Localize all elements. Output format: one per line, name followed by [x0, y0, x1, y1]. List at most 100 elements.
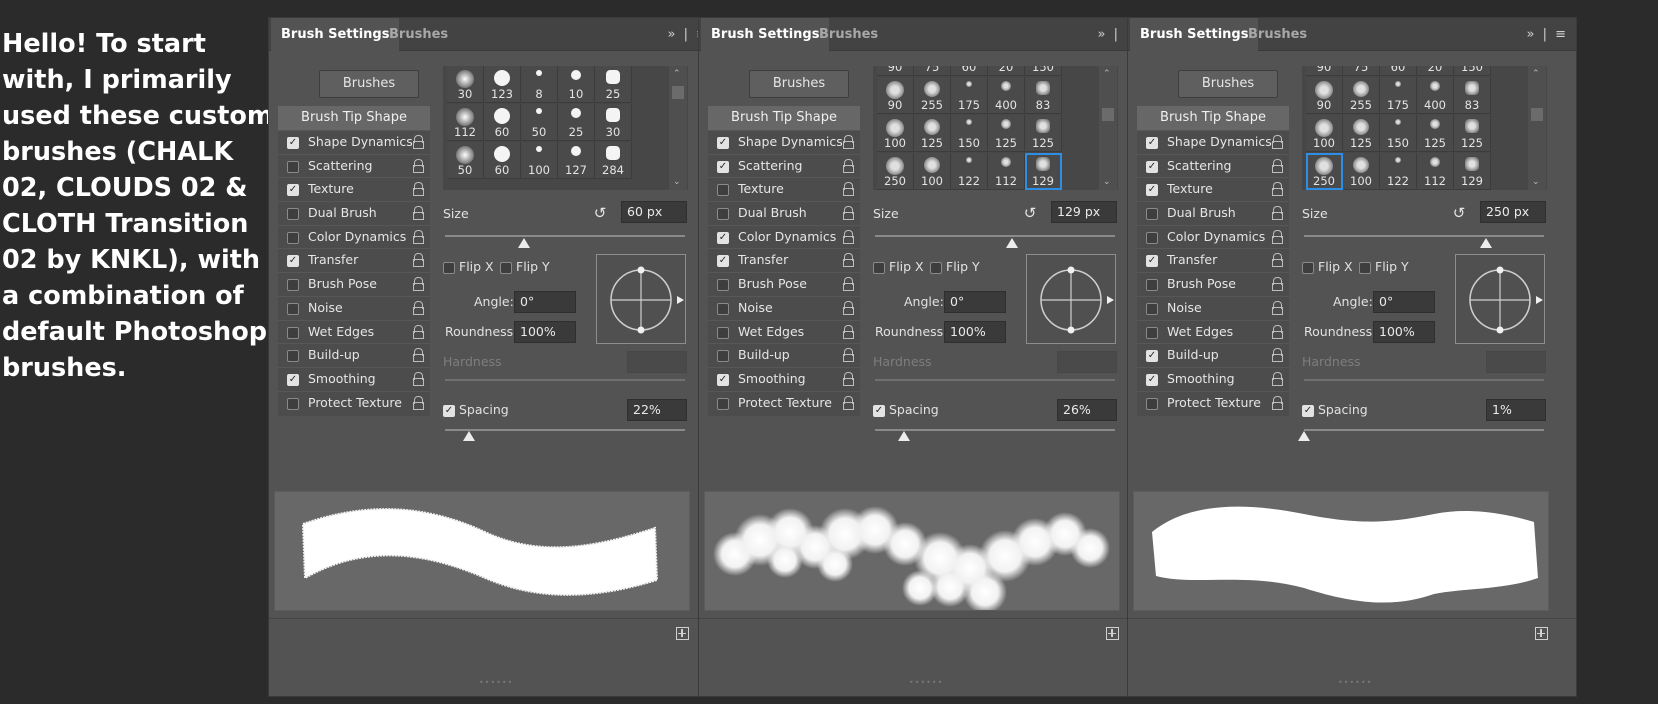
- size-field[interactable]: 250 px: [1480, 201, 1546, 223]
- flip-x-checkbox[interactable]: [1302, 262, 1314, 274]
- spacing-field[interactable]: 1%: [1486, 399, 1546, 421]
- resize-grip[interactable]: ••••••: [479, 678, 513, 687]
- roundness-field[interactable]: 100%: [1373, 321, 1435, 343]
- option-checkbox[interactable]: ✓: [1146, 184, 1158, 197]
- lock-icon[interactable]: [1272, 206, 1283, 221]
- brushes-button[interactable]: Brushes: [749, 70, 849, 98]
- option-build-up[interactable]: ✓ Build-up: [1137, 343, 1289, 367]
- angle-field[interactable]: 0°: [514, 291, 576, 313]
- option-smoothing[interactable]: ✓ Smoothing: [278, 366, 430, 391]
- size-slider-thumb[interactable]: [518, 238, 531, 248]
- brush-tip-shape-item[interactable]: Brush Tip Shape: [1137, 106, 1289, 130]
- brush-preset[interactable]: 30: [447, 66, 484, 103]
- option-checkbox[interactable]: ✓: [717, 373, 729, 386]
- spacing-checkbox[interactable]: ✓: [443, 405, 455, 417]
- brush-preset[interactable]: 150: [1454, 66, 1491, 76]
- option-checkbox[interactable]: ✓: [1146, 255, 1158, 268]
- option-shape-dynamics[interactable]: ✓ Shape Dynamics: [708, 130, 860, 154]
- option-build-up[interactable]: Build-up: [708, 343, 860, 367]
- brush-preset[interactable]: 75: [914, 66, 951, 76]
- scroll-thumb[interactable]: [1531, 108, 1543, 121]
- brush-preset[interactable]: 60: [484, 104, 521, 141]
- brush-preset[interactable]: 150: [1025, 66, 1062, 76]
- size-slider-thumb[interactable]: [1480, 238, 1493, 248]
- option-dual-brush[interactable]: Dual Brush: [1137, 201, 1289, 225]
- scroll-up-icon[interactable]: ⌃: [673, 69, 681, 79]
- brush-preset[interactable]: 400: [1417, 77, 1454, 114]
- brush-preset[interactable]: 60: [1380, 66, 1417, 76]
- hamburger-menu-icon[interactable]: ≡: [1555, 27, 1568, 42]
- option-texture[interactable]: ✓ Texture: [1137, 177, 1289, 201]
- option-checkbox[interactable]: ✓: [717, 137, 729, 149]
- lock-icon[interactable]: [843, 182, 854, 197]
- new-brush-icon[interactable]: [676, 627, 689, 640]
- lock-icon[interactable]: [843, 371, 854, 386]
- grid-scrollbar[interactable]: ⌃ ⌄: [1528, 66, 1546, 190]
- option-checkbox[interactable]: [287, 397, 299, 410]
- brush-preset[interactable]: 112: [988, 153, 1025, 190]
- option-checkbox[interactable]: [1146, 208, 1158, 221]
- lock-icon[interactable]: [1272, 277, 1283, 292]
- option-checkbox[interactable]: [717, 184, 729, 197]
- option-checkbox[interactable]: ✓: [287, 137, 299, 149]
- lock-icon[interactable]: [843, 229, 854, 244]
- scroll-thumb[interactable]: [1102, 108, 1114, 121]
- lock-icon[interactable]: [1272, 135, 1283, 149]
- option-checkbox[interactable]: [717, 302, 729, 315]
- option-checkbox[interactable]: ✓: [717, 255, 729, 268]
- option-checkbox[interactable]: ✓: [717, 160, 729, 173]
- tab-brushes[interactable]: Brushes: [1238, 18, 1317, 52]
- option-protect-texture[interactable]: Protect Texture: [278, 390, 430, 415]
- double-chevron-icon[interactable]: »: [667, 27, 677, 42]
- brush-preset[interactable]: 125: [988, 115, 1025, 152]
- brush-tip-shape-item[interactable]: Brush Tip Shape: [708, 106, 860, 130]
- option-shape-dynamics[interactable]: ✓ Shape Dynamics: [278, 130, 430, 154]
- brush-preset[interactable]: 250: [877, 153, 914, 190]
- resize-grip[interactable]: ••••••: [909, 678, 943, 687]
- lock-icon[interactable]: [1272, 182, 1283, 197]
- option-checkbox[interactable]: [287, 302, 299, 315]
- option-wet-edges[interactable]: Wet Edges: [1137, 319, 1289, 344]
- option-checkbox[interactable]: [287, 231, 299, 244]
- option-checkbox[interactable]: [717, 397, 729, 410]
- option-checkbox[interactable]: [1146, 397, 1158, 410]
- option-transfer[interactable]: ✓ Transfer: [278, 248, 430, 272]
- option-brush-pose[interactable]: Brush Pose: [708, 272, 860, 296]
- brush-preset[interactable]: 8: [521, 66, 558, 103]
- grid-scrollbar[interactable]: ⌃ ⌄: [1099, 66, 1117, 190]
- option-checkbox[interactable]: ✓: [1146, 160, 1158, 173]
- lock-icon[interactable]: [413, 395, 424, 410]
- option-checkbox[interactable]: [717, 350, 729, 363]
- lock-icon[interactable]: [413, 158, 424, 173]
- option-smoothing[interactable]: ✓ Smoothing: [708, 366, 860, 391]
- reset-icon[interactable]: ↺: [591, 204, 609, 222]
- scroll-up-icon[interactable]: ⌃: [1103, 69, 1111, 79]
- flip-y-checkbox[interactable]: [930, 262, 942, 274]
- spacing-checkbox[interactable]: ✓: [873, 405, 885, 417]
- option-noise[interactable]: Noise: [1137, 295, 1289, 320]
- brush-preset[interactable]: 125: [1025, 115, 1062, 152]
- brushes-button[interactable]: Brushes: [1178, 70, 1278, 98]
- brush-preset[interactable]: 150: [1380, 115, 1417, 152]
- brush-preset[interactable]: 122: [1380, 153, 1417, 190]
- option-checkbox[interactable]: ✓: [1146, 350, 1158, 363]
- brush-preset[interactable]: 10: [558, 66, 595, 103]
- tab-brushes[interactable]: Brushes: [379, 18, 458, 52]
- angle-roundness-dial[interactable]: [1455, 254, 1545, 344]
- option-checkbox[interactable]: [1146, 231, 1158, 244]
- brush-preset[interactable]: 122: [951, 153, 988, 190]
- lock-icon[interactable]: [1272, 253, 1283, 268]
- lock-icon[interactable]: [413, 324, 424, 339]
- option-dual-brush[interactable]: Dual Brush: [278, 201, 430, 225]
- spacing-field[interactable]: 26%: [1057, 399, 1117, 421]
- option-checkbox[interactable]: ✓: [717, 231, 729, 244]
- brush-preset[interactable]: 90: [877, 77, 914, 114]
- option-checkbox[interactable]: [717, 279, 729, 292]
- spacing-slider-thumb[interactable]: [1298, 431, 1310, 441]
- lock-icon[interactable]: [413, 206, 424, 221]
- lock-icon[interactable]: [1272, 158, 1283, 173]
- angle-field[interactable]: 0°: [1373, 291, 1435, 313]
- brush-preset[interactable]: 400: [988, 77, 1025, 114]
- lock-icon[interactable]: [413, 135, 424, 149]
- double-chevron-icon[interactable]: »: [1097, 27, 1107, 42]
